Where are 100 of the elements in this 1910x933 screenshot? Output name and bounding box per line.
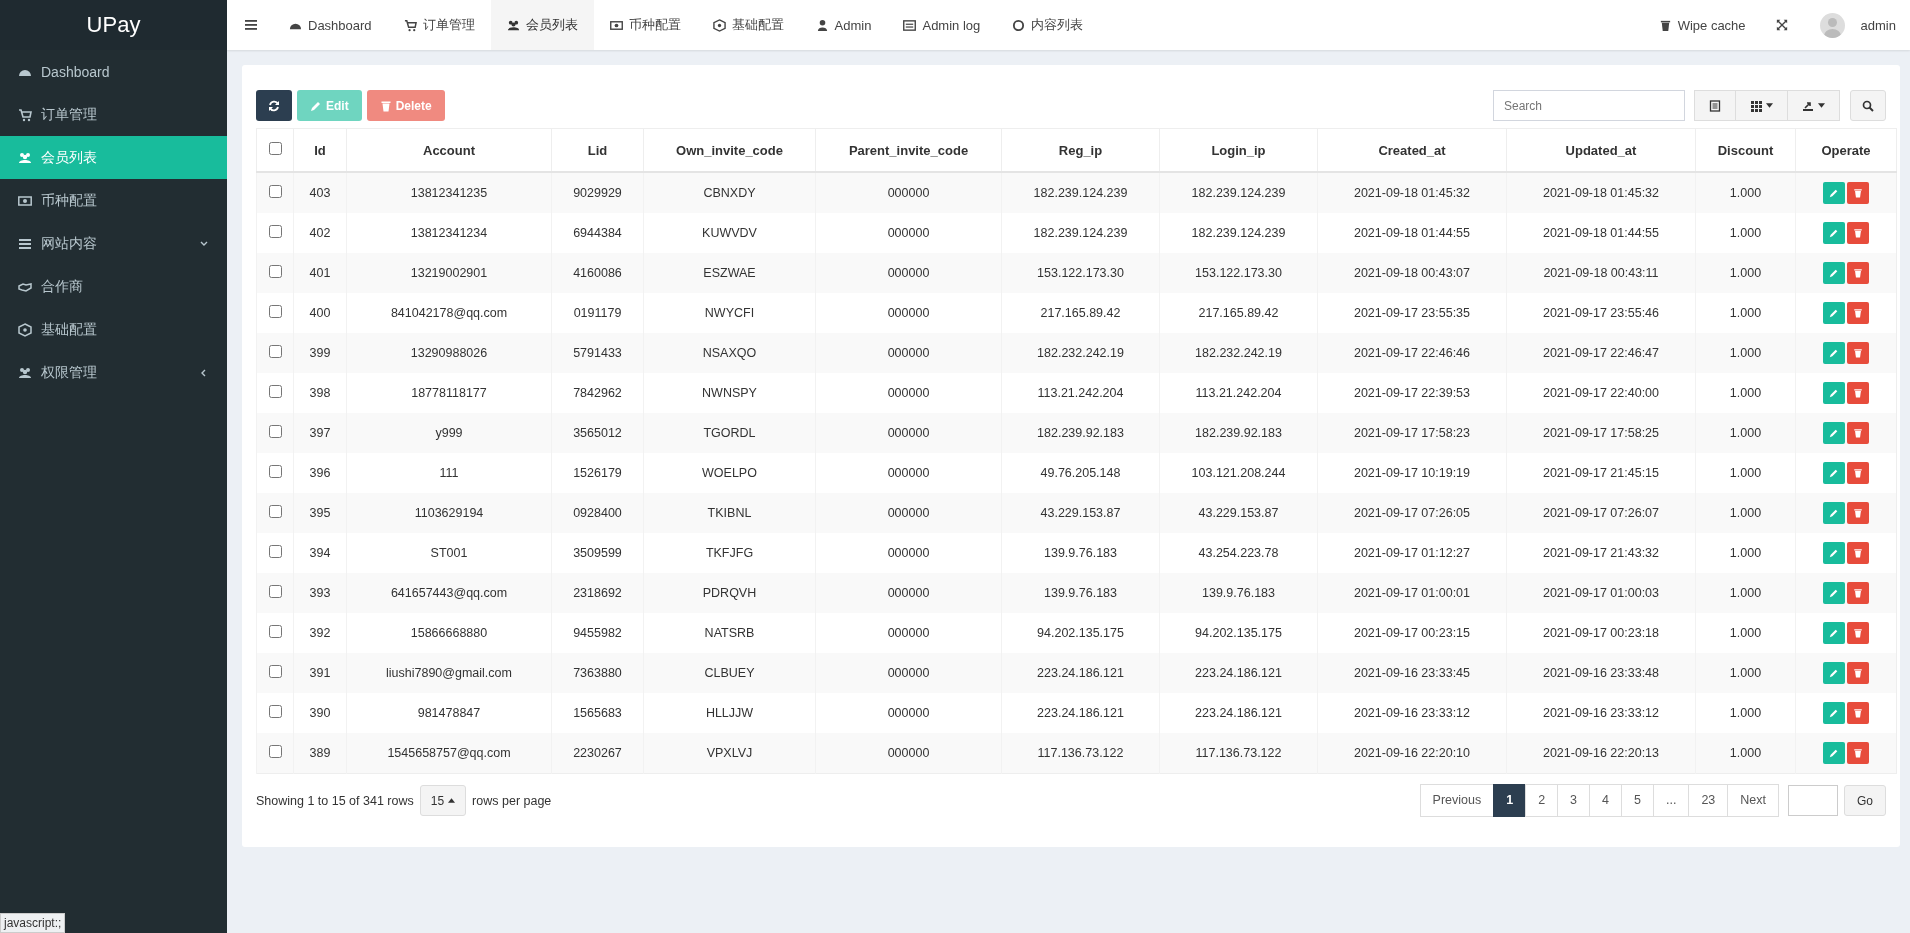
nav-tab[interactable]: 基础配置 [696, 0, 800, 50]
search-field[interactable]: Search [1493, 90, 1685, 121]
delete-row-button[interactable] [1847, 742, 1869, 764]
delete-row-button[interactable] [1847, 662, 1869, 684]
row-checkbox[interactable] [268, 265, 282, 278]
sidebar-item[interactable]: 合作商 [0, 265, 227, 308]
table-cell: 391 [293, 653, 347, 693]
trash-icon [1853, 428, 1863, 438]
delete-row-button[interactable] [1847, 702, 1869, 724]
delete-row-button[interactable] [1847, 502, 1869, 524]
edit-row-button[interactable] [1823, 702, 1845, 724]
table-cell: 2021-09-17 01:00:01 [1317, 573, 1507, 613]
sidebar-item[interactable]: 币种配置 [0, 179, 227, 222]
row-checkbox[interactable] [268, 465, 282, 478]
edit-row-button[interactable] [1823, 262, 1845, 284]
row-checkbox[interactable] [268, 625, 282, 638]
edit-row-button[interactable] [1823, 462, 1845, 484]
sidebar-item[interactable]: 权限管理 [0, 351, 227, 394]
edit-row-button[interactable] [1823, 182, 1845, 204]
row-checkbox[interactable] [268, 305, 282, 318]
page-link[interactable]: Next [1727, 784, 1779, 817]
edit-row-button[interactable] [1823, 302, 1845, 324]
delete-row-button[interactable] [1847, 622, 1869, 644]
page-link[interactable]: 23 [1688, 784, 1729, 817]
page-link[interactable]: 1 [1493, 784, 1527, 817]
menu-icon[interactable] [245, 20, 257, 30]
nav-tab[interactable]: 内容列表 [996, 0, 1100, 50]
sidebar-item[interactable]: 网站内容 [0, 222, 227, 265]
delete-row-button[interactable] [1847, 542, 1869, 564]
pencil-icon [1829, 548, 1839, 558]
row-checkbox[interactable] [268, 545, 282, 558]
select-all-checkbox[interactable] [268, 142, 282, 155]
delete-row-button[interactable] [1847, 342, 1869, 364]
row-checkbox[interactable] [268, 505, 282, 518]
row-checkbox[interactable] [268, 345, 282, 358]
delete-row-button[interactable] [1847, 222, 1869, 244]
row-checkbox[interactable] [268, 705, 282, 718]
search-button[interactable] [1850, 90, 1886, 121]
pencil-icon [310, 99, 322, 112]
row-checkbox[interactable] [268, 425, 282, 438]
fullscreen-icon[interactable] [1775, 19, 1788, 31]
page-link[interactable]: 3 [1557, 784, 1591, 817]
delete-row-button[interactable] [1847, 462, 1869, 484]
pencil-icon [1829, 668, 1839, 678]
edit-row-button[interactable] [1823, 742, 1845, 764]
delete-row-button[interactable] [1847, 262, 1869, 284]
page-link[interactable]: 4 [1589, 784, 1622, 817]
table-cell: 223.24.186.121 [1001, 653, 1160, 693]
edit-row-button[interactable] [1823, 622, 1845, 644]
columns-button[interactable] [1735, 90, 1788, 121]
sidebar-item[interactable]: 订单管理 [0, 93, 227, 136]
page-link[interactable]: 2 [1525, 784, 1559, 817]
nav-tab[interactable]: Admin log [887, 0, 997, 50]
toggle-view-button[interactable] [1694, 90, 1736, 121]
page-link[interactable]: Previous [1419, 784, 1495, 817]
edit-row-button[interactable] [1823, 582, 1845, 604]
export-button[interactable] [1787, 90, 1840, 121]
table-cell: 389 [293, 733, 347, 774]
edit-row-button[interactable] [1823, 662, 1845, 684]
edit-row-button[interactable] [1823, 542, 1845, 564]
money-icon [609, 18, 623, 32]
page-link[interactable]: 5 [1621, 784, 1654, 817]
table-cell: 000000 [815, 333, 1002, 373]
table-cell: liushi7890@gmail.com [346, 653, 552, 693]
table-cell: 13812341235 [346, 172, 552, 213]
edit-row-button[interactable] [1823, 422, 1845, 444]
delete-row-button[interactable] [1847, 182, 1869, 204]
edit-row-button[interactable] [1823, 342, 1845, 364]
delete-row-button[interactable] [1847, 382, 1869, 404]
wipe-cache-link[interactable]: Wipe cache [1642, 0, 1762, 50]
row-checkbox[interactable] [268, 385, 282, 398]
delete-row-button[interactable] [1847, 302, 1869, 324]
delete-row-button[interactable] [1847, 422, 1869, 444]
edit-row-button[interactable] [1823, 222, 1845, 244]
page-number-field[interactable] [1788, 785, 1838, 816]
user-name[interactable]: admin [1860, 17, 1896, 33]
pencil-icon [1829, 588, 1839, 598]
nav-tab[interactable]: 币种配置 [593, 0, 697, 50]
money-icon [18, 193, 32, 208]
row-checkbox[interactable] [268, 585, 282, 598]
page-size-dropdown[interactable]: 15 [419, 785, 467, 816]
row-checkbox[interactable] [268, 185, 282, 198]
row-checkbox[interactable] [268, 745, 282, 758]
nav-tab[interactable]: 订单管理 [387, 0, 491, 50]
table-cell: 43.229.153.87 [1159, 493, 1318, 533]
edit-row-button[interactable] [1823, 502, 1845, 524]
table-cell: 1.000 [1695, 333, 1796, 373]
edit-row-button[interactable] [1823, 382, 1845, 404]
sidebar-item[interactable]: Dashboard [0, 50, 227, 93]
nav-tab[interactable]: Admin [799, 0, 888, 50]
row-checkbox[interactable] [268, 225, 282, 238]
go-button[interactable]: Go [1844, 785, 1886, 816]
nav-tab[interactable]: Dashboard [273, 0, 388, 50]
delete-row-button[interactable] [1847, 582, 1869, 604]
sidebar-item[interactable]: 基础配置 [0, 308, 227, 351]
trash-icon [1853, 268, 1863, 278]
table-cell: 13219002901 [346, 253, 552, 293]
refresh-button[interactable] [256, 90, 292, 121]
nav-tab[interactable]: 会员列表 [490, 0, 594, 50]
row-checkbox[interactable] [268, 665, 282, 678]
